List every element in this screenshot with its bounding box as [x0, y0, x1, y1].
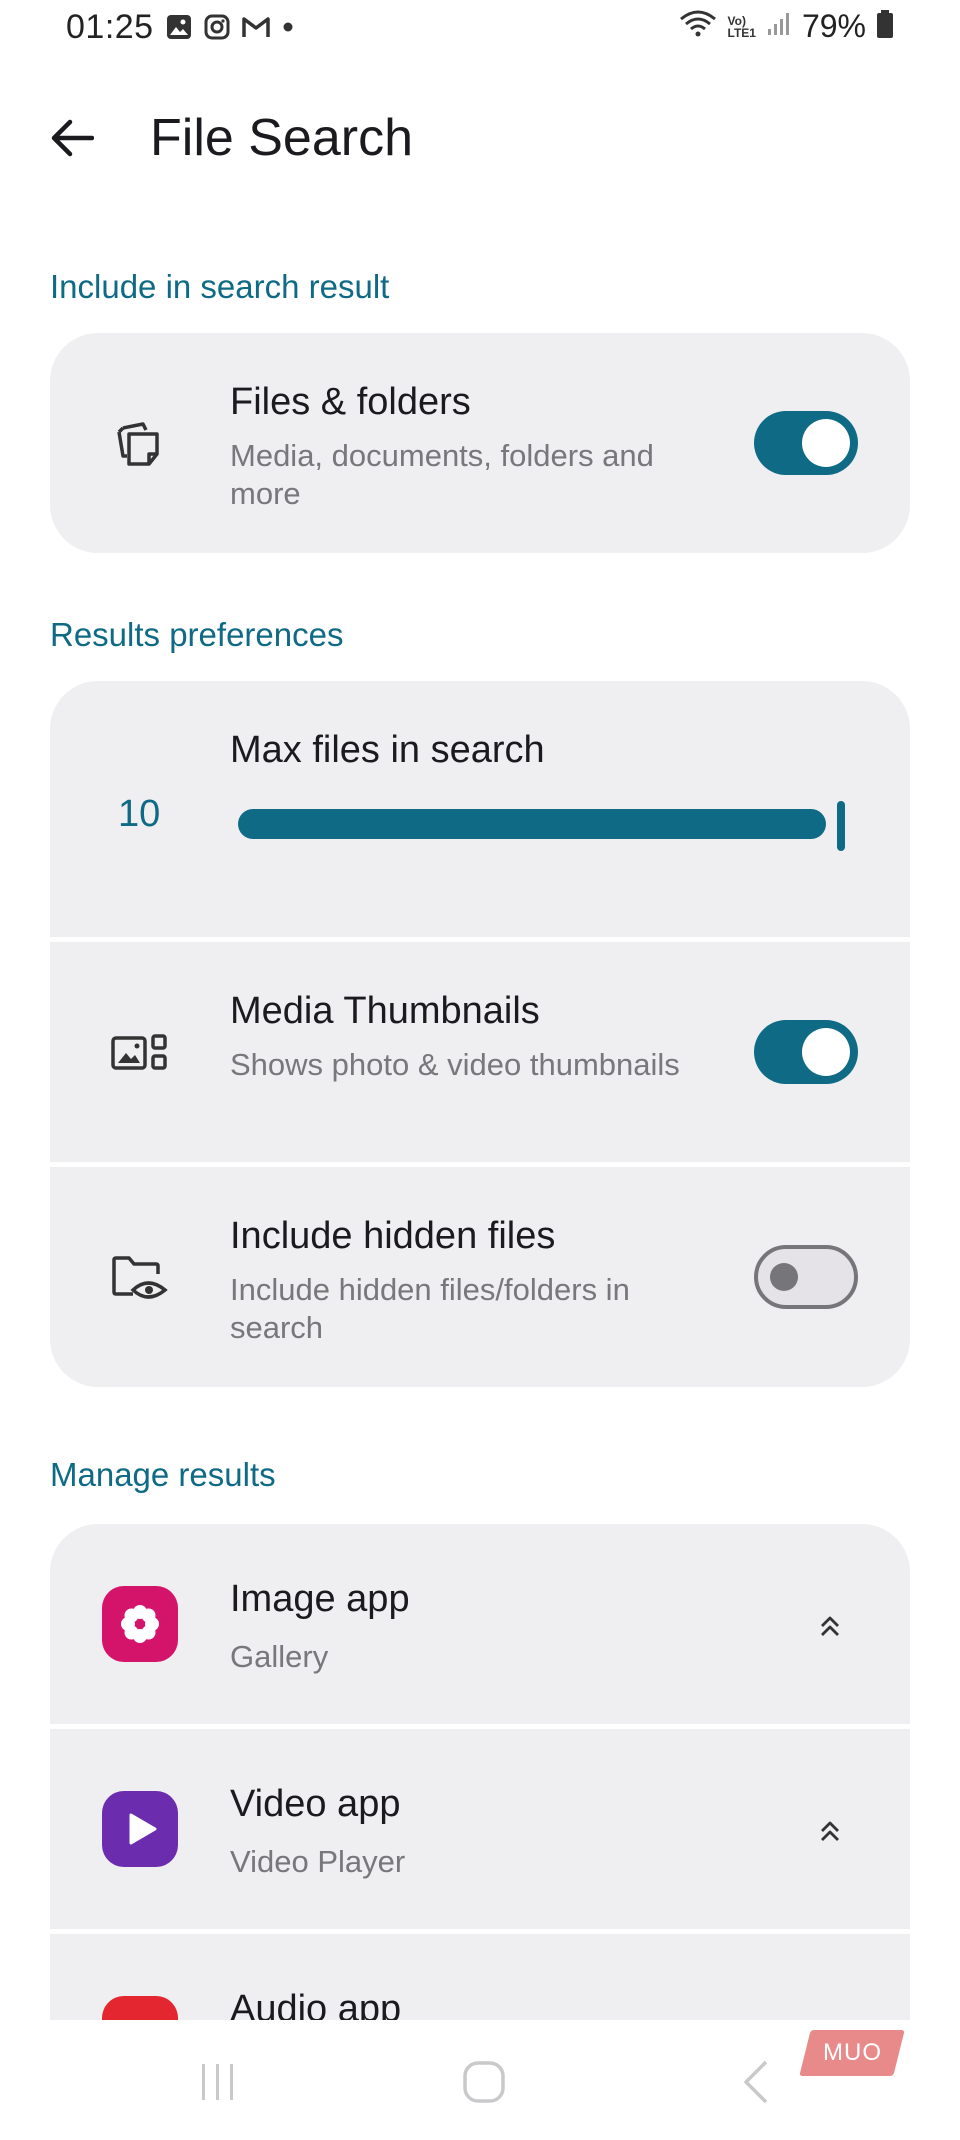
notification-icons — [166, 14, 294, 40]
include-card: Files & folders Media, documents, folder… — [50, 333, 910, 553]
image-app-row[interactable]: Image app Gallery — [50, 1524, 910, 1724]
image-app-subtitle: Gallery — [230, 1639, 329, 1674]
home-button[interactable] — [456, 2054, 512, 2110]
system-status-icons: Vo) LTE1 79% — [678, 8, 895, 45]
gallery-flower-icon — [102, 1586, 178, 1662]
video-app-subtitle: Video Player — [230, 1844, 406, 1879]
max-files-slider-track[interactable] — [238, 809, 826, 839]
media-thumbnails-title: Media Thumbnails — [230, 990, 540, 1032]
files-copy-icon — [110, 413, 170, 473]
play-icon — [102, 1791, 178, 1867]
watermark-text: MUO — [822, 2039, 882, 2066]
files-folders-toggle[interactable] — [754, 411, 858, 475]
status-bar: 01:25 Vo) LTE1 79% — [0, 0, 960, 64]
toggle-knob — [770, 1263, 798, 1291]
volte-icon: Vo) LTE1 — [728, 15, 756, 39]
muo-watermark: MUO — [799, 2030, 905, 2076]
max-files-value: 10 — [118, 793, 161, 835]
lte-label: LTE1 — [727, 25, 756, 40]
recents-icon — [202, 2064, 233, 2100]
dot-icon — [282, 21, 294, 33]
max-files-title: Max files in search — [230, 729, 545, 771]
arrow-back-icon — [51, 119, 94, 157]
back-chevron-icon — [744, 2060, 768, 2104]
folder-eye-icon — [110, 1249, 170, 1309]
hidden-files-title: Include hidden files — [230, 1215, 556, 1257]
double-chevron-up-icon[interactable] — [810, 1606, 850, 1646]
gmail-icon — [242, 15, 270, 39]
section-header-manage: Manage results — [50, 1456, 276, 1493]
section-header-include: Include in search result — [50, 268, 390, 305]
back-button[interactable] — [40, 106, 104, 170]
instagram-icon — [204, 14, 230, 40]
video-app-title: Video app — [230, 1783, 401, 1825]
toggle-knob — [802, 1028, 850, 1076]
video-app-row[interactable]: Video app Video Player — [50, 1729, 910, 1929]
hidden-files-row[interactable]: Include hidden files Include hidden file… — [50, 1167, 910, 1387]
status-time: 01:25 — [66, 8, 154, 46]
media-thumbnails-toggle[interactable] — [754, 1020, 858, 1084]
hidden-files-toggle[interactable] — [754, 1245, 858, 1309]
volte-label: Vo) — [727, 13, 746, 28]
wifi-icon — [678, 9, 718, 44]
media-thumbnails-subtitle: Shows photo & video thumbnails — [230, 1047, 680, 1082]
hidden-files-subtitle: Include hidden files/folders in search — [230, 1272, 630, 1345]
home-icon — [463, 2061, 505, 2103]
page-title: File Search — [150, 109, 413, 167]
signal-icon — [766, 11, 792, 42]
toggle-knob — [802, 419, 850, 467]
media-thumbnails-row[interactable]: Media Thumbnails Shows photo & video thu… — [50, 942, 910, 1162]
preferences-card: Max files in search 10 Media Thumbnails … — [50, 681, 910, 1387]
section-header-preferences: Results preferences — [50, 616, 344, 653]
double-chevron-up-icon[interactable] — [810, 1811, 850, 1851]
battery-icon — [876, 9, 894, 44]
max-files-row: Max files in search 10 — [50, 681, 910, 937]
nav-back-button[interactable] — [728, 2054, 784, 2110]
gallery-icon — [166, 14, 192, 40]
files-folders-row[interactable]: Files & folders Media, documents, folder… — [50, 333, 910, 553]
photo-thumbnail-icon — [110, 1024, 170, 1084]
files-folders-title: Files & folders — [230, 381, 471, 423]
recents-button[interactable] — [190, 2054, 246, 2110]
files-folders-subtitle: Media, documents, folders and more — [230, 438, 654, 511]
battery-percent: 79% — [801, 8, 866, 44]
max-files-slider-handle[interactable] — [837, 801, 845, 851]
image-app-title: Image app — [230, 1578, 410, 1620]
